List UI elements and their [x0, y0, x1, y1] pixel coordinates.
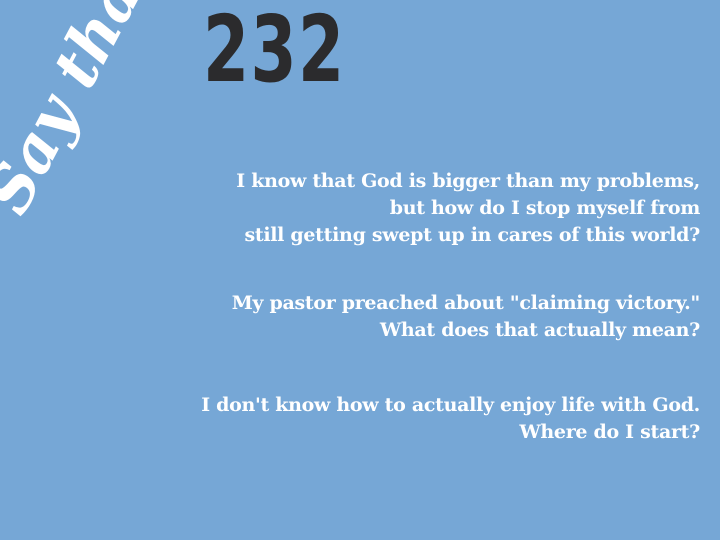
- question-item: I don't know how to actually enjoy life …: [201, 392, 700, 446]
- question-line: Where do I start?: [519, 421, 700, 443]
- question-item: My pastor preached about "claiming victo…: [231, 290, 701, 344]
- question-line: still getting swept up in cares of this …: [244, 224, 700, 246]
- question-line: What does that actually mean?: [379, 319, 700, 341]
- slide: Say that! 232 I know that God is bigger …: [0, 0, 720, 540]
- episode-number: 232: [203, 0, 346, 103]
- question-item: I know that God is bigger than my proble…: [236, 168, 700, 249]
- say-that-logo: Say that!: [0, 0, 182, 225]
- say-that-script-text: Say that!: [0, 0, 182, 225]
- question-line: My pastor preached about "claiming victo…: [231, 292, 701, 314]
- question-line: but how do I stop myself from: [389, 197, 701, 219]
- question-line: I know that God is bigger than my proble…: [236, 170, 700, 192]
- question-line: I don't know how to actually enjoy life …: [201, 394, 700, 416]
